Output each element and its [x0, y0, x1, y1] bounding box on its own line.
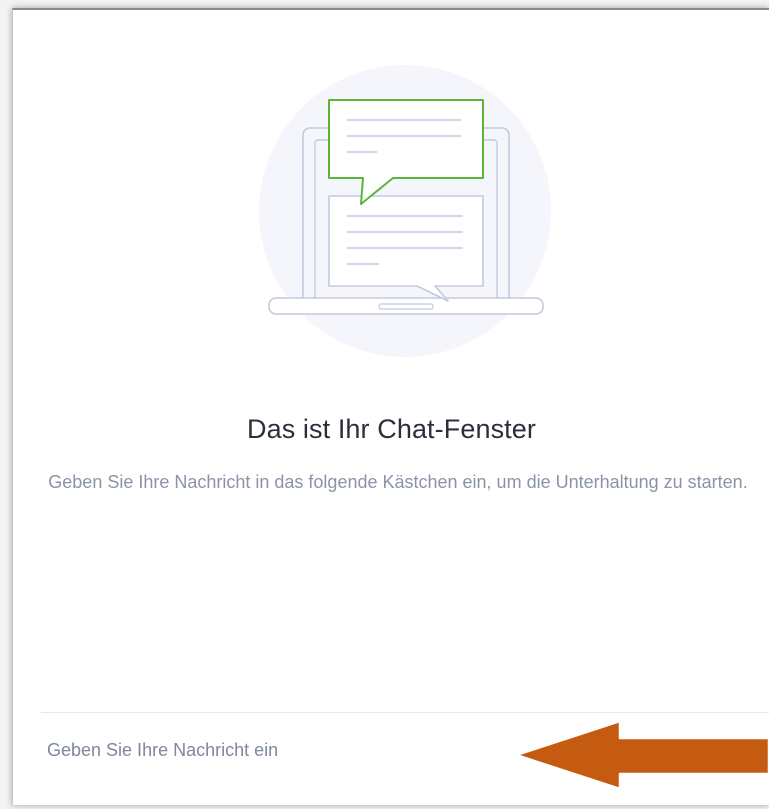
arrow-annotation-icon	[514, 719, 769, 791]
screenshot-frame: Das ist Ihr Chat-Fenster Geben Sie Ihre …	[0, 0, 769, 809]
composer-divider	[41, 712, 769, 713]
chat-window: Das ist Ihr Chat-Fenster Geben Sie Ihre …	[12, 8, 769, 805]
laptop-chat-illustration-icon	[259, 65, 551, 357]
chat-empty-subtitle: Geben Sie Ihre Nachricht in das folgende…	[48, 472, 748, 492]
chat-empty-title: Das ist Ihr Chat-Fenster	[247, 414, 536, 444]
